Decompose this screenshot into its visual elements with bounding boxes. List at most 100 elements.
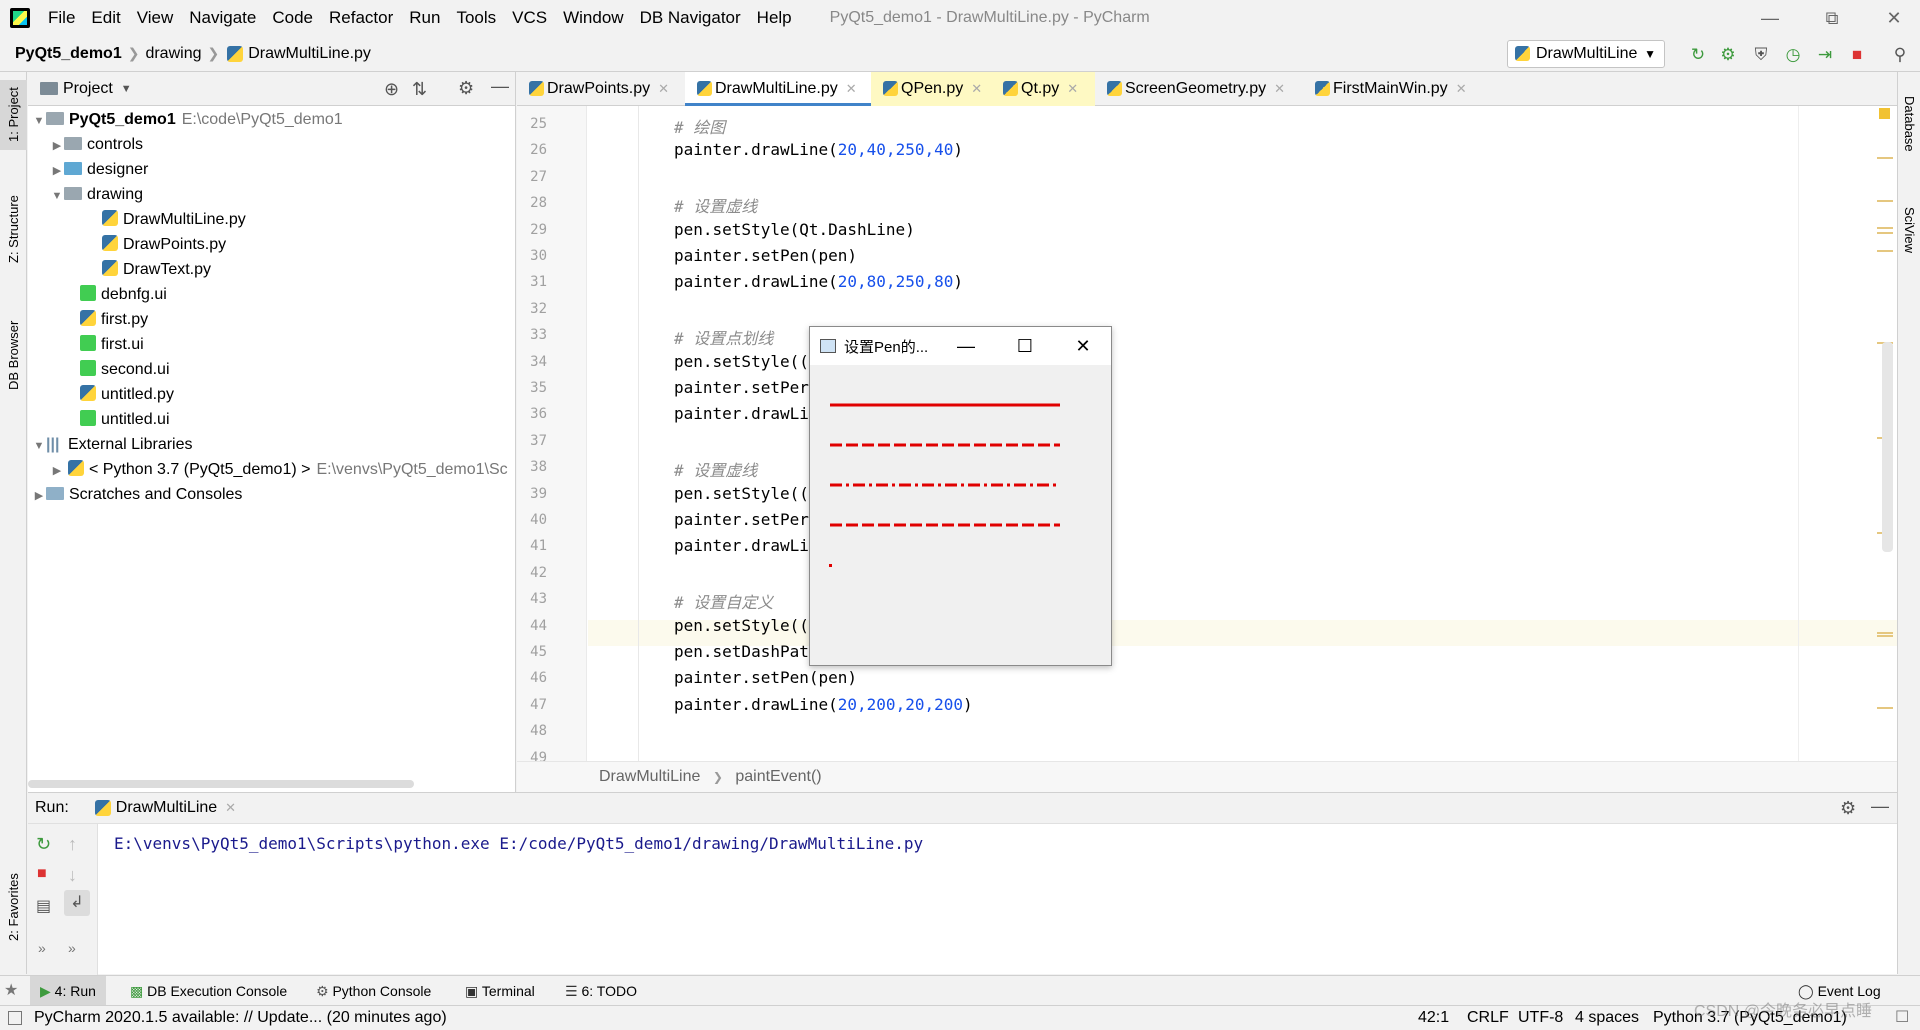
arrow-down-icon[interactable]: ↓ — [68, 865, 77, 886]
indent-setting[interactable]: 4 spaces — [1575, 1006, 1639, 1030]
breadcrumb-function[interactable]: paintEvent() — [735, 768, 821, 785]
line-separator[interactable]: CRLF — [1467, 1006, 1509, 1030]
close-tab-icon[interactable]: ✕ — [1274, 81, 1285, 96]
caret-position[interactable]: 42:1 — [1418, 1006, 1449, 1030]
search-icon[interactable]: ⚲ — [1890, 45, 1910, 65]
stop-icon[interactable]: ■ — [37, 865, 47, 883]
tab-database[interactable]: Database — [1898, 84, 1920, 164]
tab-drawmultiline[interactable]: DrawMultiLine.py ✕ — [685, 72, 871, 106]
tree-item-drawmultiline[interactable]: DrawMultiLine.py — [102, 207, 246, 232]
toolwindow-run[interactable]: ▶ 4: Run — [30, 976, 106, 1006]
menu-file[interactable]: File — [40, 0, 83, 36]
close-tab-icon[interactable]: ✕ — [658, 81, 669, 96]
close-tab-icon[interactable]: ✕ — [225, 800, 236, 816]
tab-project[interactable]: 1: Project — [0, 80, 27, 150]
menu-refactor[interactable]: Refactor — [321, 0, 401, 36]
tree-item-python-sdk[interactable]: ▶ < Python 3.7 (PyQt5_demo1) > E:\venvs\Py… — [50, 457, 508, 482]
menu-navigate[interactable]: Navigate — [181, 0, 264, 36]
menu-help[interactable]: Help — [749, 0, 800, 36]
tree-item-drawtext[interactable]: DrawText.py — [102, 257, 211, 282]
vertical-scrollbar[interactable] — [1882, 342, 1893, 552]
tree-item-first-py[interactable]: first.py — [80, 307, 148, 332]
tab-screengeometry[interactable]: ScreenGeometry.py ✕ — [1095, 72, 1303, 106]
run-tab[interactable]: DrawMultiLine — [116, 799, 217, 817]
tree-item-untitled-ui[interactable]: untitled.ui — [80, 407, 170, 432]
toolwindow-todo[interactable]: ☰ 6: TODO — [555, 976, 647, 1006]
menu-run[interactable]: Run — [401, 0, 448, 36]
tree-item-drawpoints[interactable]: DrawPoints.py — [102, 232, 226, 257]
tab-qt[interactable]: Qt.py ✕ — [991, 72, 1095, 106]
toolwindow-db-execution[interactable]: ▩ DB Execution Console — [120, 976, 297, 1006]
tab-structure[interactable]: Z: Structure — [0, 184, 27, 274]
close-tab-icon[interactable]: ✕ — [1456, 81, 1467, 96]
menu-db-navigator[interactable]: DB Navigator — [632, 0, 749, 36]
toolwindow-terminal[interactable]: ▣ Terminal — [455, 976, 545, 1006]
rerun-icon[interactable]: ↻ — [1688, 45, 1708, 65]
arrow-up-icon[interactable]: ↑ — [68, 834, 77, 855]
tree-item-drawing[interactable]: ▼ drawing — [50, 182, 143, 207]
breadcrumb-class[interactable]: DrawMultiLine — [599, 768, 700, 785]
app-close-icon[interactable]: ✕ — [1054, 327, 1112, 365]
tab-qpen[interactable]: QPen.py ✕ — [871, 72, 991, 106]
collapse-icon[interactable]: ⇅ — [412, 79, 427, 100]
tab-sciview[interactable]: SciView — [1898, 190, 1920, 270]
debug-icon[interactable]: ⚙ — [1718, 45, 1738, 65]
status-message[interactable]: PyCharm 2020.1.5 available: // Update...… — [34, 1006, 447, 1030]
tab-drawpoints[interactable]: DrawPoints.py ✕ — [517, 72, 685, 106]
tab-db-browser[interactable]: DB Browser — [0, 310, 27, 400]
tree-root[interactable]: ▼ PyQt5_demo1 E:\code\PyQt5_demo1 — [32, 107, 343, 132]
tree-item-second-ui[interactable]: second.ui — [80, 357, 170, 382]
tree-item-scratches[interactable]: ▶ Scratches and Consoles — [32, 482, 243, 507]
project-panel-title[interactable]: Project — [63, 80, 113, 98]
close-tab-icon[interactable]: ✕ — [1067, 81, 1078, 96]
tree-item-debnfg-ui[interactable]: debnfg.ui — [80, 282, 167, 307]
menu-code[interactable]: Code — [264, 0, 321, 36]
app-maximize-icon[interactable]: ☐ — [996, 327, 1054, 365]
gear-icon[interactable]: ⚙ — [1840, 798, 1856, 819]
breadcrumb-file[interactable]: DrawMultiLine.py — [248, 45, 371, 63]
coverage-icon[interactable]: ⛨ — [1751, 45, 1771, 65]
menu-edit[interactable]: Edit — [83, 0, 128, 36]
gear-icon[interactable]: ⚙ — [458, 78, 474, 99]
breadcrumb-project[interactable]: PyQt5_demo1 — [15, 45, 122, 63]
run-configuration-select[interactable]: DrawMultiLine ▼ — [1507, 40, 1665, 68]
toolwindow-python-console[interactable]: ⚙ Python Console — [306, 976, 441, 1006]
tab-favorites[interactable]: 2: Favorites — [0, 862, 27, 952]
app-window-titlebar[interactable]: 设置Pen的... — ☐ ✕ — [810, 327, 1111, 365]
menu-tools[interactable]: Tools — [448, 0, 504, 36]
profile-icon[interactable]: ◷ — [1783, 45, 1803, 65]
menu-vcs[interactable]: VCS — [504, 0, 555, 36]
hide-panel-icon[interactable]: — — [491, 76, 509, 97]
locate-icon[interactable]: ⊕ — [384, 79, 399, 100]
console-output[interactable]: E:\venvs\PyQt5_demo1\Scripts\python.exe … — [114, 834, 923, 853]
tree-item-designer[interactable]: ▶ designer — [50, 157, 149, 182]
close-tab-icon[interactable]: ✕ — [846, 81, 857, 96]
menu-view[interactable]: View — [129, 0, 182, 36]
lock-icon[interactable]: ☐ — [1895, 1006, 1909, 1030]
stop-icon[interactable]: ■ — [1847, 45, 1867, 65]
horizontal-scrollbar[interactable] — [28, 780, 414, 788]
tree-item-untitled-py[interactable]: untitled.py — [80, 382, 174, 407]
close-icon[interactable]: ✕ — [1869, 0, 1919, 36]
chevron-down-icon[interactable]: ▼ — [121, 83, 132, 95]
hide-panel-icon[interactable]: — — [1871, 796, 1889, 817]
menu-window[interactable]: Window — [555, 0, 631, 36]
layout-icon[interactable]: ▤ — [36, 896, 51, 916]
more-icon[interactable]: » — [68, 940, 76, 956]
tree-item-first-ui[interactable]: first.ui — [80, 332, 144, 357]
breadcrumb-folder[interactable]: drawing — [145, 45, 201, 63]
file-encoding[interactable]: UTF-8 — [1518, 1006, 1563, 1030]
soft-wrap-icon[interactable]: ↲ — [64, 890, 90, 916]
toggle-tool-windows-icon[interactable] — [8, 1011, 22, 1025]
close-tab-icon[interactable]: ✕ — [971, 81, 982, 96]
favorites-star-icon[interactable]: ★ — [4, 980, 18, 1000]
tab-firstmainwin[interactable]: FirstMainWin.py ✕ — [1303, 72, 1473, 106]
minimize-icon[interactable]: — — [1745, 0, 1795, 36]
app-window[interactable]: 设置Pen的... — ☐ ✕ — [809, 326, 1112, 666]
tree-item-controls[interactable]: ▶ controls — [50, 132, 143, 157]
restore-icon[interactable]: ⧉ — [1807, 0, 1857, 36]
app-minimize-icon[interactable]: — — [937, 327, 995, 365]
tree-item-external-libraries[interactable]: ▼||| External Libraries — [32, 432, 193, 457]
more-icon[interactable]: » — [38, 940, 46, 956]
rerun-icon[interactable]: ↻ — [36, 834, 51, 855]
